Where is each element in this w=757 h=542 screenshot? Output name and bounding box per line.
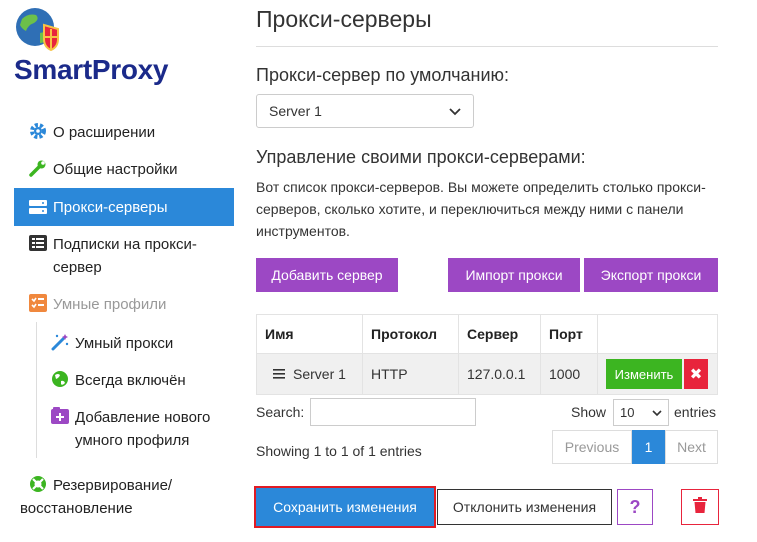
globe-icon	[50, 369, 70, 389]
trash-icon	[693, 496, 707, 518]
drag-handle-icon[interactable]	[273, 366, 285, 382]
server-icon	[28, 197, 48, 217]
chevron-down-icon	[449, 103, 461, 119]
sidebar-subitem-label: Добавление нового умного профиля	[75, 409, 211, 449]
show-label: Show	[571, 404, 607, 420]
sidebar-subitem-label: Всегда включён	[75, 372, 186, 389]
sidebar-subitem-always-enabled[interactable]: Всегда включён	[50, 369, 235, 392]
default-proxy-value: Server 1	[269, 103, 322, 119]
default-proxy-label: Прокси-сервер по умолчанию:	[256, 65, 510, 85]
submenu-divider	[36, 322, 37, 458]
column-header-protocol[interactable]: Протокол	[362, 314, 459, 354]
default-proxy-select[interactable]: Server 1	[256, 94, 474, 128]
column-header-name[interactable]: Имя	[256, 314, 363, 354]
profile-list-icon	[28, 293, 48, 313]
sidebar-item-label: Прокси-серверы	[53, 198, 168, 216]
page-length-select[interactable]: 10	[613, 399, 669, 426]
import-proxy-button[interactable]: Импорт прокси	[448, 258, 580, 292]
manage-servers-title: Управление своими прокси-серверами:	[256, 147, 586, 167]
sidebar-item-backup[interactable]: Резервирование/восстановление	[14, 474, 234, 520]
help-button[interactable]: ?	[617, 489, 653, 525]
edit-server-button[interactable]: Изменить	[606, 359, 682, 390]
proxy-table: Имя Протокол Сервер Порт Server 1 HTTP 1…	[256, 314, 718, 395]
page-title: Прокси-серверы	[256, 6, 432, 32]
search-input[interactable]	[310, 398, 476, 426]
backup-label-text: Резервирование/восстановление	[20, 477, 173, 517]
table-row: Server 1 HTTP 127.0.0.1 1000 Изменить ✖	[256, 353, 718, 395]
column-header-port[interactable]: Порт	[540, 314, 598, 354]
delete-all-button[interactable]	[681, 489, 719, 525]
cell-port: 1000	[540, 353, 598, 395]
sidebar-item-label: Умные профили	[53, 296, 167, 313]
pagination: Previous 1 Next	[552, 430, 718, 464]
page-1-button[interactable]: 1	[632, 430, 665, 464]
next-page-button[interactable]: Next	[665, 430, 718, 464]
delete-server-button[interactable]: ✖	[684, 358, 708, 389]
column-header-server[interactable]: Сервер	[458, 314, 541, 354]
cell-protocol: HTTP	[362, 353, 459, 395]
list-icon	[28, 233, 48, 253]
wrench-icon	[28, 158, 48, 178]
sidebar-item-smart-profiles[interactable]: Умные профили	[14, 293, 234, 316]
brand-name: SmartProxy	[14, 54, 169, 85]
column-header-actions	[597, 314, 718, 354]
sidebar-subitem-add-profile[interactable]: Добавление нового умного профиля	[50, 406, 235, 452]
table-header-row: Имя Протокол Сервер Порт	[256, 314, 718, 354]
sidebar-item-label: Резервирование/восстановление	[20, 474, 180, 520]
sidebar-subitem-smart-proxy[interactable]: Умный прокси	[50, 332, 235, 355]
sidebar: SmartProxy О расширении Общие настройки …	[0, 0, 240, 542]
cell-server: 127.0.0.1	[458, 353, 541, 395]
sidebar-item-subscriptions[interactable]: Подписки на прокси-сервер	[14, 233, 234, 279]
divider	[256, 46, 718, 47]
table-info: Showing 1 to 1 of 1 entries	[256, 443, 422, 459]
previous-page-button[interactable]: Previous	[552, 430, 632, 464]
cell-name: Server 1	[256, 353, 363, 395]
save-changes-button[interactable]: Сохранить изменения	[254, 486, 436, 528]
sidebar-item-label: Общие настройки	[53, 161, 178, 178]
sidebar-item-about[interactable]: О расширении	[14, 121, 234, 144]
sidebar-subitem-label: Умный прокси	[75, 335, 174, 352]
magic-wand-icon	[50, 332, 70, 352]
sidebar-item-label: Подписки на прокси-сервер	[53, 236, 197, 276]
cell-actions: Изменить ✖	[597, 353, 718, 395]
chevron-down-icon	[652, 405, 662, 420]
search-label: Search:	[256, 404, 305, 420]
gear-icon	[28, 121, 48, 141]
plus-square-icon	[50, 406, 70, 426]
manage-servers-description: Вот список прокси-серверов. Вы можете оп…	[256, 179, 706, 239]
smartproxy-logo-icon	[16, 8, 59, 51]
export-proxy-button[interactable]: Экспорт прокси	[584, 258, 718, 292]
entries-label: entries	[674, 404, 717, 420]
sidebar-item-label: О расширении	[53, 124, 156, 141]
discard-changes-button[interactable]: Отклонить изменения	[437, 489, 612, 525]
sidebar-item-general-settings[interactable]: Общие настройки	[14, 158, 234, 181]
server-name: Server 1	[293, 366, 346, 382]
sidebar-item-proxy-servers[interactable]: Прокси-серверы	[14, 188, 234, 226]
add-server-button[interactable]: Добавить сервер	[256, 258, 398, 292]
page-length-value: 10	[620, 405, 635, 420]
